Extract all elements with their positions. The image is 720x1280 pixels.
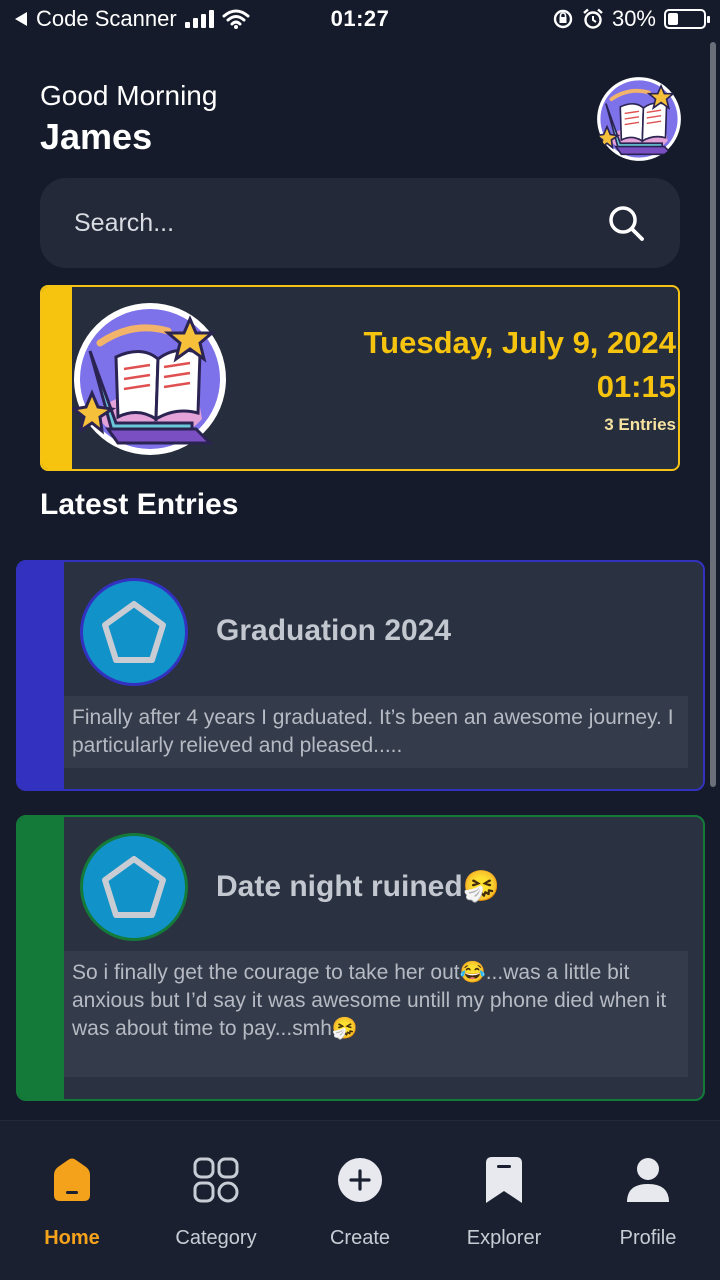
rotation-lock-icon	[553, 9, 573, 29]
status-bar: Code Scanner 01:27 30%	[0, 0, 720, 40]
home-icon	[54, 1158, 90, 1201]
entry-card[interactable]: Date night ruined🤧 So i finally get the …	[16, 815, 705, 1101]
battery-percent: 30%	[611, 6, 656, 31]
entry-card[interactable]: Graduation 2024 Finally after 4 years I …	[16, 560, 705, 791]
today-date: Tuesday, July 9, 2024	[363, 325, 676, 360]
pentagon-icon	[102, 856, 166, 918]
category-grid-icon	[193, 1157, 239, 1203]
nav-category-label: Category	[175, 1227, 257, 1249]
nav-explorer-label: Explorer	[466, 1227, 542, 1249]
today-time: 01:15	[596, 369, 676, 404]
nav-home-label: Home	[44, 1227, 100, 1249]
plus-circle-icon	[338, 1158, 382, 1202]
entries-count: 3 Entries	[604, 415, 676, 434]
latest-entries-heading: Latest Entries	[40, 488, 239, 521]
greeting: Good Morning	[40, 80, 218, 111]
nav-profile-label: Profile	[619, 1227, 677, 1249]
search-input[interactable]: Search...	[74, 209, 174, 238]
entry-accent	[18, 817, 64, 1099]
nav-explorer[interactable]: Explorer	[432, 1155, 576, 1250]
alarm-icon	[583, 8, 603, 29]
entry-avatar	[80, 578, 188, 686]
entry-body: Finally after 4 years I graduated. It’s …	[64, 696, 688, 768]
nav-home[interactable]: Home	[0, 1155, 144, 1250]
today-card[interactable]: Tuesday, July 9, 2024 01:15 3 Entries	[40, 285, 680, 471]
scrollbar[interactable]	[710, 42, 716, 787]
book-laptop-avatar-icon	[596, 77, 681, 161]
nav-profile[interactable]: Profile	[576, 1155, 720, 1250]
entry-title: Date night ruined🤧	[216, 870, 501, 903]
today-card-accent	[42, 287, 72, 469]
entry-avatar	[80, 833, 188, 941]
search-bar[interactable]: Search...	[40, 178, 680, 268]
nav-create-label: Create	[329, 1227, 391, 1249]
entry-accent	[18, 562, 64, 789]
user-name: James	[40, 116, 153, 157]
person-icon	[627, 1158, 669, 1202]
entry-title: Graduation 2024	[216, 614, 452, 647]
entry-body: So i finally get the courage to take her…	[64, 951, 688, 1077]
nav-category[interactable]: Category	[144, 1155, 288, 1250]
battery-icon	[664, 9, 710, 29]
bottom-nav: Home Category Create Explorer Profile	[0, 1120, 720, 1280]
nav-create[interactable]: Create	[288, 1155, 432, 1250]
search-icon[interactable]	[606, 203, 646, 243]
bookmark-icon	[486, 1157, 522, 1203]
book-laptop-illustration-icon	[72, 303, 226, 455]
pentagon-icon	[102, 601, 166, 663]
avatar[interactable]	[596, 76, 682, 162]
